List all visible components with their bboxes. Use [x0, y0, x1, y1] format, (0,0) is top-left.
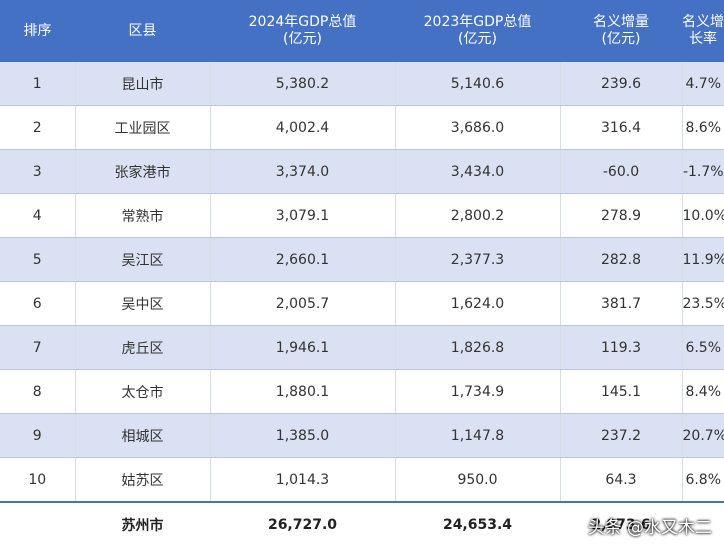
rank-cell: 4	[0, 193, 76, 238]
gdp-2024-cell: 1,385.0	[210, 413, 396, 458]
header-gdp-2023-label: 2023年GDP总值	[423, 14, 532, 30]
table-header-row: 排序 区县 2024年GDP总值 (亿元) 2023年GDP总值 (亿元) 名义…	[0, 0, 724, 62]
growth-cell: 8.6%	[682, 105, 724, 150]
header-gdp-2023-unit: (亿元)	[458, 31, 497, 47]
district-cell: 工业园区	[75, 105, 211, 150]
increase-cell: 381.7	[560, 281, 683, 326]
table-body: 1 昆山市 5,380.2 5,140.6 239.6 4.7% 2 工业园区 4,002.4 3…	[0, 62, 724, 503]
gdp-2024-cell: 4,002.4	[210, 105, 396, 150]
growth-cell: 11.9%	[682, 237, 724, 282]
table-row: 2 工业园区 4,002.4 3,686.0 316.4 8.6%	[0, 105, 724, 150]
rank-cell: 10	[0, 457, 76, 503]
table-row: 9 相城区 1,385.0 1,147.8 237.2 20.7%	[0, 413, 724, 458]
table-row: 7 虎丘区 1,946.1 1,826.8 119.3 6.5%	[0, 325, 724, 370]
increase-cell: 278.9	[560, 193, 683, 238]
rank-cell: 2	[0, 105, 76, 150]
district-cell: 太仓市	[75, 369, 211, 414]
table-row: 8 太仓市 1,880.1 1,734.9 145.1 8.4%	[0, 369, 724, 414]
increase-cell: 145.1	[560, 369, 683, 414]
header-gdp-2024-label: 2024年GDP总值	[248, 14, 357, 30]
growth-cell: 6.5%	[682, 325, 724, 370]
rank-cell: 3	[0, 149, 76, 194]
header-gdp-2023: 2023年GDP总值 (亿元)	[395, 0, 560, 62]
rank-cell: 7	[0, 325, 76, 370]
rank-cell: 6	[0, 281, 76, 326]
header-rank: 排序	[0, 0, 75, 62]
header-nominal-increase-label: 名义增量	[593, 14, 649, 30]
growth-cell: -1.7%	[682, 149, 724, 194]
district-cell: 虎丘区	[75, 325, 211, 370]
gdp-2023-cell: 2,377.3	[395, 237, 561, 282]
increase-cell: 316.4	[560, 105, 683, 150]
header-growth-rate-label: 名义增长率	[682, 14, 724, 47]
table-row: 3 张家港市 3,374.0 3,434.0 -60.0 -1.7%	[0, 149, 724, 194]
district-cell: 吴中区	[75, 281, 211, 326]
gdp-2023-cell: 5,140.6	[395, 62, 561, 106]
gdp-2024-cell: 1,880.1	[210, 369, 396, 414]
gdp-2023-cell: 1,624.0	[395, 281, 561, 326]
growth-cell: 8.4%	[682, 369, 724, 414]
rank-cell: 5	[0, 237, 76, 282]
gdp-2023-cell: 1,734.9	[395, 369, 561, 414]
district-cell: 昆山市	[75, 62, 211, 106]
growth-cell: 4.7%	[682, 62, 724, 106]
gdp-table: 排序 区县 2024年GDP总值 (亿元) 2023年GDP总值 (亿元) 名义…	[0, 0, 724, 547]
gdp-2024-cell: 1,014.3	[210, 457, 396, 503]
table-row: 10 姑苏区 1,014.3 950.0 64.3 6.8%	[0, 457, 724, 503]
gdp-2024-cell: 3,079.1	[210, 193, 396, 238]
growth-cell: 20.7%	[682, 413, 724, 458]
gdp-2023-cell: 3,686.0	[395, 105, 561, 150]
district-cell: 张家港市	[75, 149, 211, 194]
district-cell: 吴江区	[75, 237, 211, 282]
table-row: 5 吴江区 2,660.1 2,377.3 282.8 11.9%	[0, 237, 724, 282]
header-gdp-2024: 2024年GDP总值 (亿元)	[210, 0, 395, 62]
total-gdp-2024-cell: 26,727.0	[210, 501, 395, 547]
growth-cell: 6.8%	[682, 457, 724, 503]
table-row: 6 吴中区 2,005.7 1,624.0 381.7 23.5%	[0, 281, 724, 326]
gdp-2024-cell: 2,005.7	[210, 281, 396, 326]
total-gdp-2023-cell: 24,653.4	[395, 501, 560, 547]
increase-cell: 237.2	[560, 413, 683, 458]
gdp-2023-cell: 1,147.8	[395, 413, 561, 458]
header-nominal-increase: 名义增量 (亿元)	[560, 0, 682, 62]
gdp-2023-cell: 1,826.8	[395, 325, 561, 370]
increase-cell: 119.3	[560, 325, 683, 370]
rank-cell: 8	[0, 369, 76, 414]
gdp-2024-cell: 3,374.0	[210, 149, 396, 194]
table-row: 4 常熟市 3,079.1 2,800.2 278.9 10.0%	[0, 193, 724, 238]
gdp-2023-cell: 950.0	[395, 457, 561, 503]
total-district-cell: 苏州市	[75, 501, 210, 547]
header-nominal-increase-unit: (亿元)	[601, 31, 641, 47]
gdp-table-container: 排序 区县 2024年GDP总值 (亿元) 2023年GDP总值 (亿元) 名义…	[0, 0, 724, 547]
district-cell: 常熟市	[75, 193, 211, 238]
gdp-2024-cell: 5,380.2	[210, 62, 396, 106]
gdp-2023-cell: 2,800.2	[395, 193, 561, 238]
watermark: 头条 @水又木二	[587, 518, 712, 538]
header-growth-rate: 名义增长率	[682, 0, 724, 62]
table-row: 1 昆山市 5,380.2 5,140.6 239.6 4.7%	[0, 62, 724, 106]
rank-cell: 9	[0, 413, 76, 458]
growth-cell: 23.5%	[682, 281, 724, 326]
growth-cell: 10.0%	[682, 193, 724, 238]
district-cell: 姑苏区	[75, 457, 211, 503]
gdp-2024-cell: 2,660.1	[210, 237, 396, 282]
gdp-2024-cell: 1,946.1	[210, 325, 396, 370]
header-district: 区县	[75, 0, 210, 62]
rank-cell: 1	[0, 62, 76, 106]
increase-cell: 64.3	[560, 457, 683, 503]
increase-cell: 282.8	[560, 237, 683, 282]
header-rank-label: 排序	[23, 22, 52, 39]
increase-cell: -60.0	[560, 149, 683, 194]
gdp-2023-cell: 3,434.0	[395, 149, 561, 194]
total-rank-cell	[0, 501, 75, 547]
increase-cell: 239.6	[560, 62, 683, 106]
header-district-label: 区县	[128, 22, 157, 39]
district-cell: 相城区	[75, 413, 211, 458]
header-gdp-2024-unit: (亿元)	[283, 31, 322, 47]
